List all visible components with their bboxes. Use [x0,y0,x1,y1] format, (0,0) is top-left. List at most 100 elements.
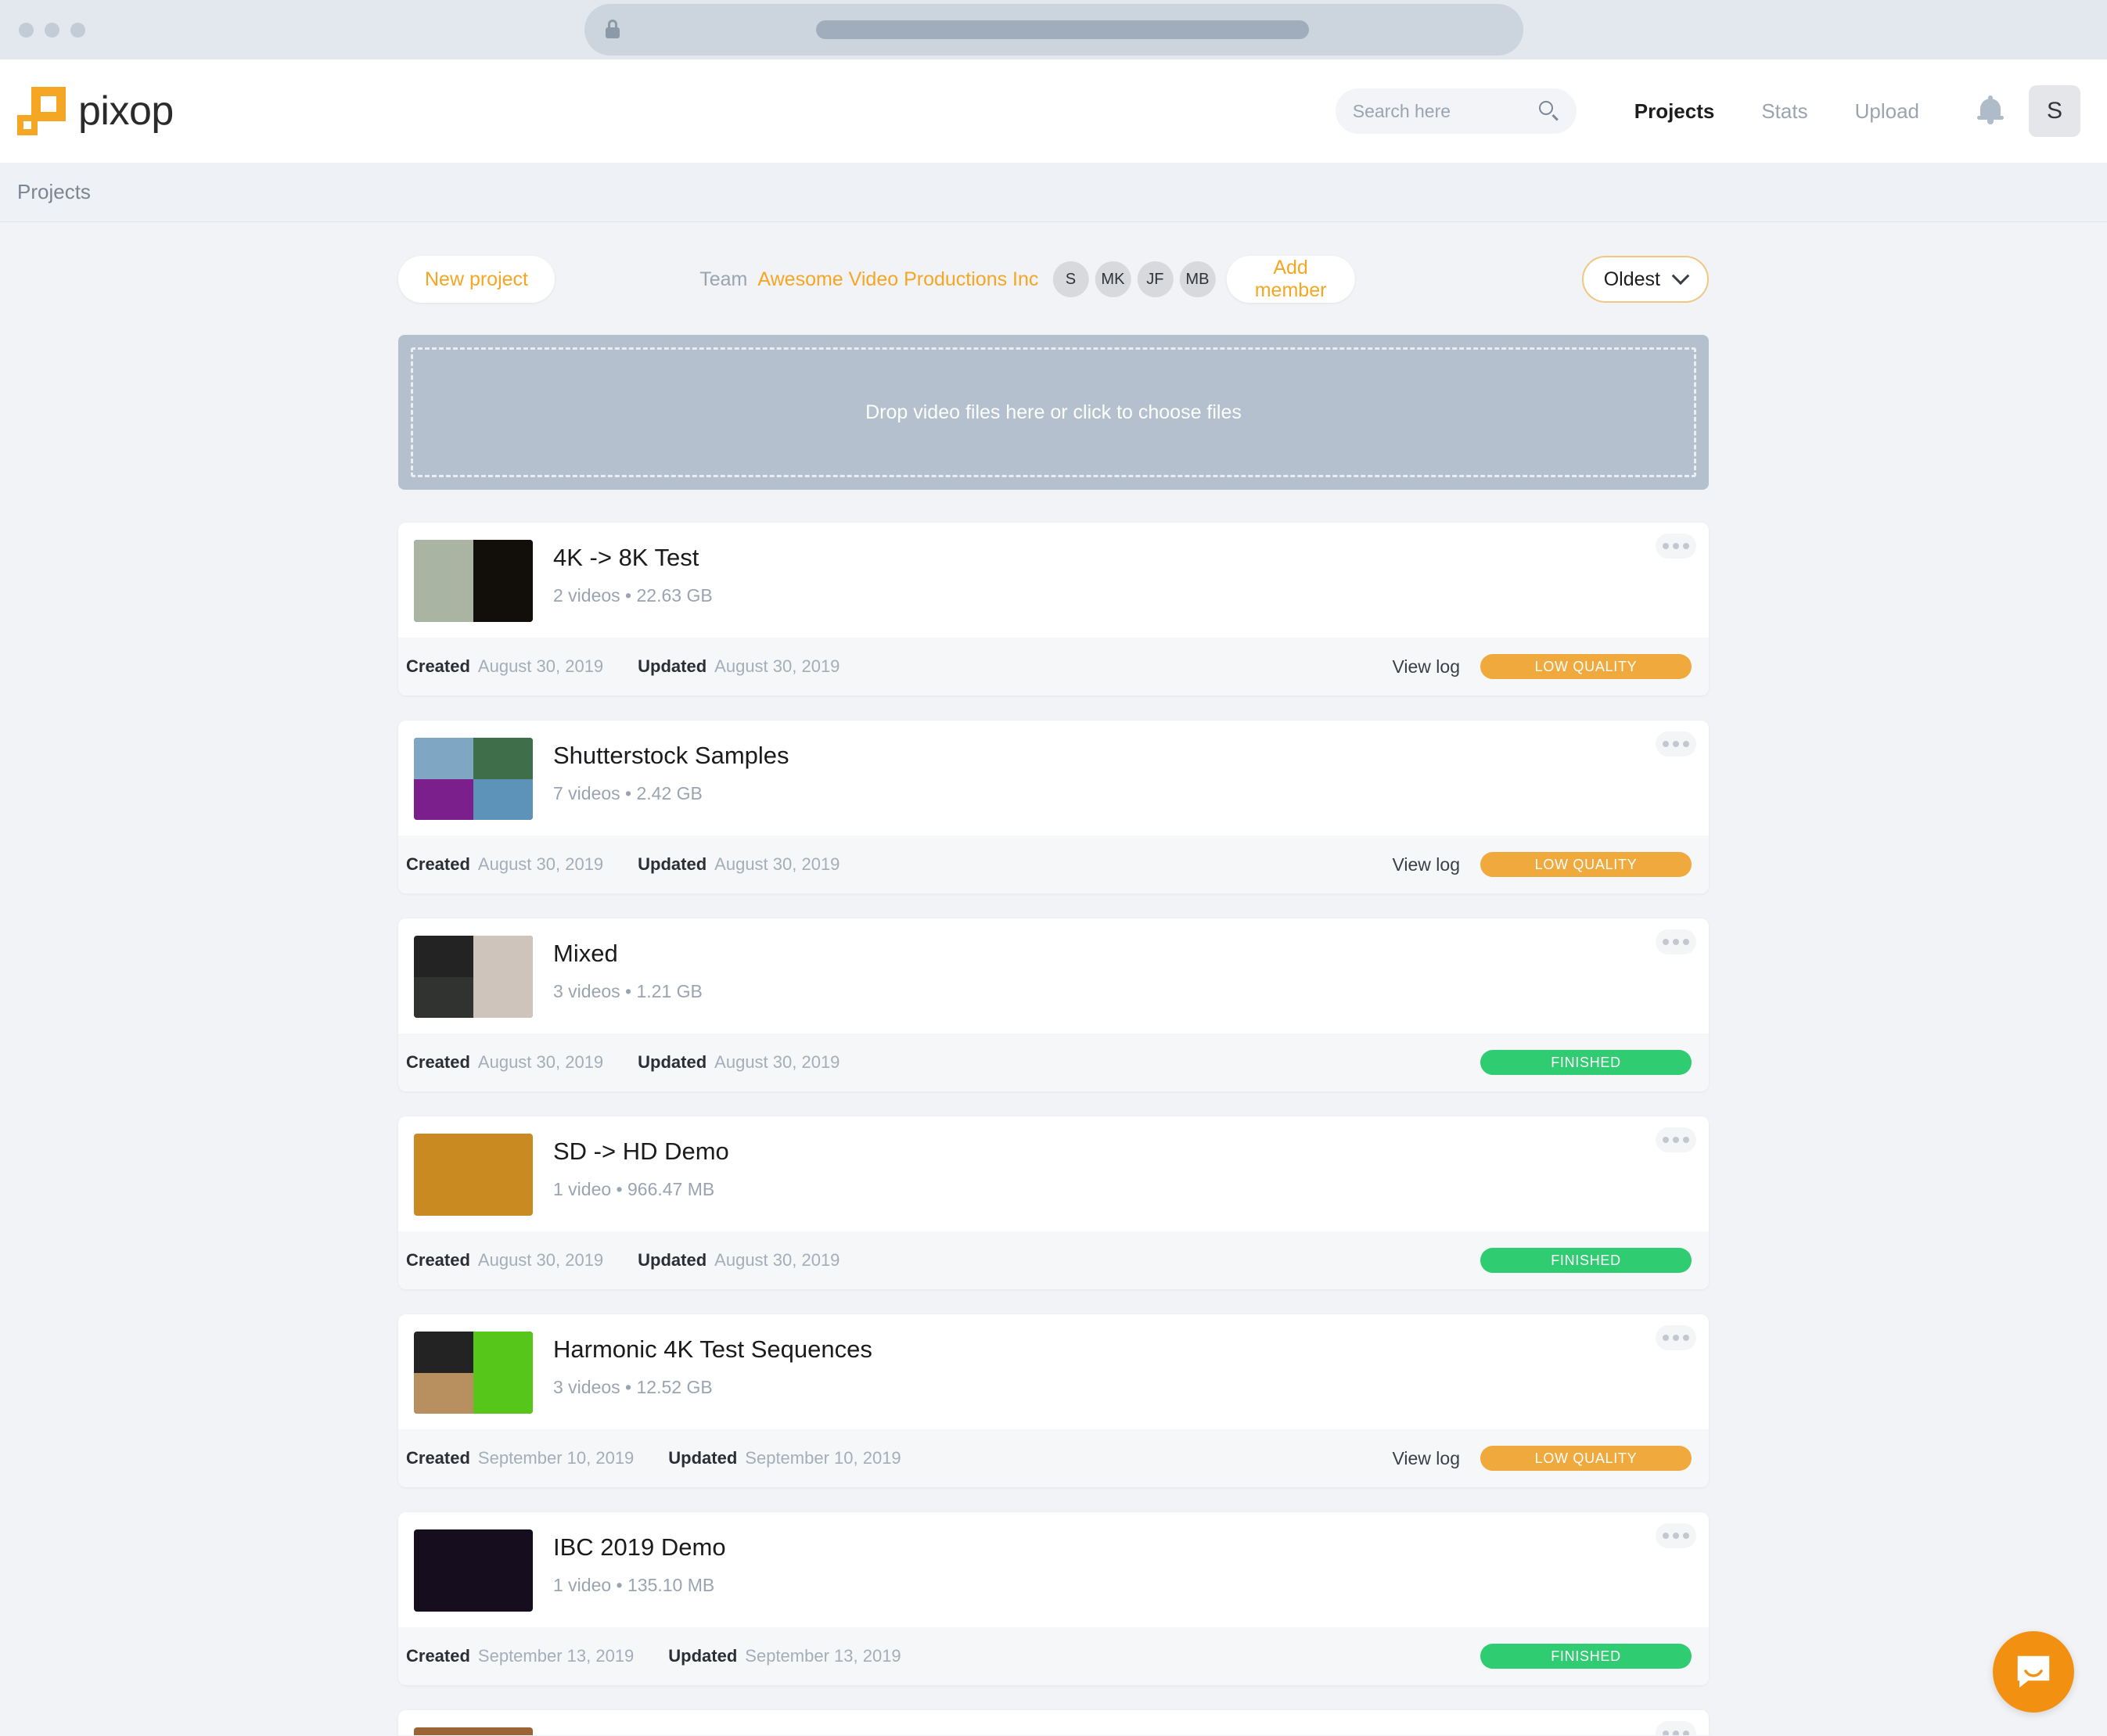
team-member-avatar[interactable]: MK [1095,261,1131,297]
project-status-area: FINISHED [1480,1050,1692,1075]
project-card-body[interactable]: Harmonic 4K Test Sequences 3 videos • 12… [398,1314,1709,1429]
lock-icon [605,20,620,40]
project-status-area: FINISHED [1480,1644,1692,1669]
thumbnail-tile [473,1332,533,1414]
thumbnail-tile [414,540,473,622]
notifications-bell-icon[interactable] [1977,95,2004,125]
team-member-avatar[interactable]: JF [1137,261,1174,297]
updated-value: August 30, 2019 [714,1250,840,1270]
updated-field: Updated August 30, 2019 [638,854,840,875]
project-options-menu-icon[interactable] [1656,929,1696,954]
project-card[interactable]: IBC 2019 Demo 1 video • 135.10 MB Create… [398,1512,1709,1685]
team-member-avatars: S MK JF MB [1052,261,1216,297]
project-info: IBC 2019 Demo 1 video • 135.10 MB [553,1529,726,1596]
project-meta: 3 videos • 1.21 GB [553,981,703,1002]
breadcrumb-item-projects[interactable]: Projects [17,180,91,204]
team-member-avatar[interactable]: S [1052,261,1089,297]
browser-chrome [0,0,2107,59]
project-title: Harmonic 4K Test Sequences [553,1335,872,1363]
nav-upload[interactable]: Upload [1832,99,1943,124]
status-badge: FINISHED [1480,1644,1692,1669]
updated-label: Updated [638,854,707,874]
intercom-chat-button[interactable] [1993,1631,2074,1713]
project-thumbnail [414,936,533,1018]
created-value: August 30, 2019 [477,1052,604,1072]
close-window-button[interactable] [19,22,34,38]
project-card[interactable]: Harmonic 4K Test Sequences 3 videos • 12… [398,1314,1709,1487]
project-card[interactable]: SD -> HD Demo 1 video • 966.47 MB Create… [398,1116,1709,1289]
project-status-area: FINISHED [1480,1248,1692,1273]
nav-projects[interactable]: Projects [1611,99,1738,124]
updated-value: September 13, 2019 [745,1646,901,1666]
updated-field: Updated September 13, 2019 [668,1646,901,1666]
project-card-footer: Created August 30, 2019 Updated August 30,… [398,1231,1709,1289]
created-value: August 30, 2019 [477,854,604,874]
nav-stats[interactable]: Stats [1738,99,1831,124]
project-options-menu-icon[interactable] [1656,1127,1696,1152]
project-meta: 7 videos • 2.42 GB [553,783,703,804]
view-log-link[interactable]: View log [1392,1448,1460,1469]
created-field: Created August 30, 2019 [406,1052,603,1073]
new-project-button[interactable]: New project [398,256,555,303]
file-dropzone-label: Drop video files here or click to choose… [865,401,1242,423]
project-card[interactable]: Shutterstock Samples 7 videos • 2.42 GB … [398,721,1709,893]
project-card-body[interactable]: 4K -> 8K Test 2 videos • 22.63 GB [398,523,1709,638]
updated-field: Updated August 30, 2019 [638,1052,840,1073]
project-card-body[interactable]: Mixed 3 videos • 1.21 GB [398,918,1709,1033]
created-field: Created August 30, 2019 [406,1250,603,1271]
team-member-avatar[interactable]: MB [1179,261,1216,297]
project-status-area: View log LOW QUALITY [1392,852,1692,877]
search-icon[interactable] [1538,101,1559,121]
thumbnail-tile [414,1529,533,1612]
minimize-window-button[interactable] [45,22,59,38]
project-info: Sep 19, 2019, 5:22 PM 1 video • 374.64 k… [553,1727,801,1735]
updated-field: Updated August 30, 2019 [638,1250,840,1271]
project-options-menu-icon[interactable] [1656,1523,1696,1548]
pixop-logo-icon [17,87,66,135]
created-label: Created [406,1448,470,1468]
maximize-window-button[interactable] [70,22,85,38]
file-dropzone[interactable]: Drop video files here or click to choose… [398,335,1709,490]
project-thumbnail [414,1134,533,1216]
created-label: Created [406,1052,470,1072]
project-meta: 1 video • 135.10 MB [553,1575,715,1596]
add-member-button[interactable]: Add member [1226,256,1355,303]
project-card-body[interactable]: IBC 2019 Demo 1 video • 135.10 MB [398,1512,1709,1627]
created-label: Created [406,1250,470,1270]
project-card[interactable]: Sep 19, 2019, 5:22 PM 1 video • 374.64 k… [398,1710,1709,1735]
project-options-menu-icon[interactable] [1656,534,1696,559]
project-status-area: View log LOW QUALITY [1392,654,1692,679]
status-badge: LOW QUALITY [1480,1446,1692,1471]
project-meta: 3 videos • 12.52 GB [553,1377,713,1398]
project-options-menu-icon[interactable] [1656,731,1696,757]
project-options-menu-icon[interactable] [1656,1325,1696,1350]
project-options-menu-icon[interactable] [1656,1721,1696,1735]
project-card-body[interactable]: Shutterstock Samples 7 videos • 2.42 GB [398,721,1709,836]
app-header: pixop Projects Stats Upload S [0,59,2107,163]
sort-order-dropdown[interactable]: Oldest [1581,256,1709,303]
project-info: 4K -> 8K Test 2 videos • 22.63 GB [553,540,713,606]
project-meta: 2 videos • 22.63 GB [553,585,713,606]
user-avatar-button[interactable]: S [2029,85,2080,137]
project-card-footer: Created September 13, 2019 Updated Septemb… [398,1627,1709,1685]
project-card[interactable]: 4K -> 8K Test 2 videos • 22.63 GB Create… [398,523,1709,695]
project-meta: 1 video • 966.47 MB [553,1179,715,1200]
project-card[interactable]: Mixed 3 videos • 1.21 GB Created August 3… [398,918,1709,1091]
thumbnail-tile [414,1134,533,1216]
view-log-link[interactable]: View log [1392,656,1460,678]
status-badge: FINISHED [1480,1248,1692,1273]
search-box[interactable] [1335,88,1577,134]
search-input[interactable] [1352,100,1539,122]
project-card-body[interactable]: SD -> HD Demo 1 video • 966.47 MB [398,1116,1709,1231]
project-card-body[interactable]: Sep 19, 2019, 5:22 PM 1 video • 374.64 k… [398,1710,1709,1735]
thumbnail-tile [414,778,473,820]
view-log-link[interactable]: View log [1392,854,1460,875]
thumbnail-tile [473,936,533,1018]
pixop-logo[interactable]: pixop [17,87,174,135]
team-name-link[interactable]: Awesome Video Productions Inc [757,268,1038,291]
project-info: Shutterstock Samples 7 videos • 2.42 GB [553,738,789,804]
project-card-footer: Created August 30, 2019 Updated August 30,… [398,638,1709,695]
status-badge: FINISHED [1480,1050,1692,1075]
address-bar[interactable] [584,4,1523,56]
status-badge: LOW QUALITY [1480,654,1692,679]
